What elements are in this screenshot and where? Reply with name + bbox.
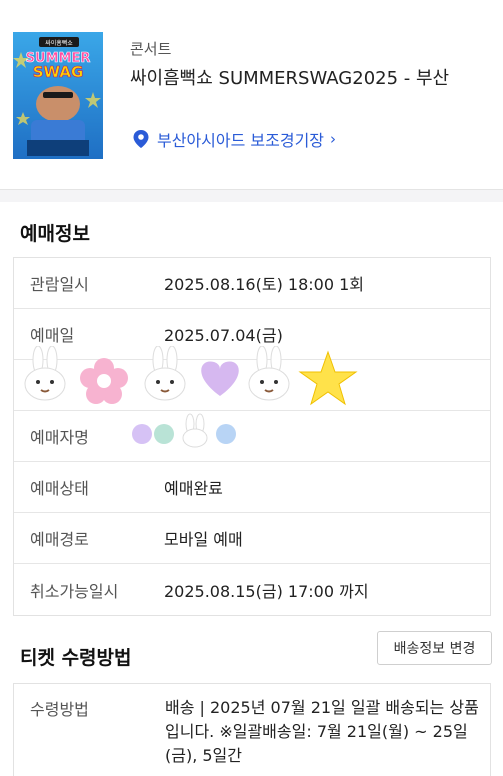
ticket-receive-title: 티켓 수령방법 [20,647,132,669]
chevron-right-icon: › [330,130,337,148]
privacy-sticker-overlay [24,346,358,448]
row-value: 2025.08.15(금) 17:00 까지 [164,581,369,601]
letter-sticker-icon [132,413,236,448]
table-row: 관람일시 2025.08.16(토) 18:00 1회 [14,258,490,309]
row-label: 예매상태 [30,479,89,498]
venue-name: 부산아시아드 보조경기장 [157,131,325,150]
section-divider [0,190,503,202]
receive-method-label: 수령방법 [30,700,89,719]
row-label: 취소가능일시 [30,581,119,601]
table-row: 취소가능일시 2025.08.15(금) 17:00 까지 [14,564,490,615]
flower-sticker-icon [80,358,128,404]
event-title: 싸이흠뻑쇼 SUMMERSWAG2025 - 부산 [130,68,450,89]
table-row: 예매상태 예매완료 [14,462,490,513]
svg-text:SWAG: SWAG [33,63,84,81]
row-value: 예매완료 [164,479,223,498]
bunny-sticker-icon [144,346,186,401]
booking-info-title: 예매정보 [20,223,90,245]
change-delivery-button[interactable]: 배송정보 변경 [377,631,492,665]
event-poster[interactable]: 싸이흠뻑쇼 SUMMER SWAG [13,32,103,159]
row-value: 모바일 예매 [164,530,243,549]
event-category: 콘서트 [130,40,172,58]
table-row: 예매경로 모바일 예매 [14,513,490,564]
ticket-receive-table: 수령방법 배송 | 2025년 07월 21일 일괄 배송되는 상품입니다. ※… [13,683,491,776]
row-label: 예매일 [30,326,75,345]
heart-sticker-icon [201,361,239,396]
svg-text:싸이흠뻑쇼: 싸이흠뻑쇼 [45,39,73,47]
event-header: 싸이흠뻑쇼 SUMMER SWAG 콘서트 싸이흠뻑쇼 SUMMERSWAG20… [0,0,503,190]
bunny-sticker-icon [248,346,290,401]
star-sticker-icon [298,350,358,406]
venue-link[interactable]: 부산아시아드 보조경기장 › [133,127,336,151]
poster-image: 싸이흠뻑쇼 SUMMER SWAG [13,32,103,159]
receive-method-value: 배송 | 2025년 07월 21일 일괄 배송되는 상품입니다. ※일괄배송일… [165,698,479,765]
location-pin-icon [133,130,149,148]
row-label: 관람일시 [30,275,89,294]
bunny-sticker-icon [24,346,66,401]
row-value: 2025.08.16(토) 18:00 1회 [164,275,364,294]
row-label: 예매경로 [30,530,89,549]
row-value: 2025.07.04(금) [164,326,283,345]
